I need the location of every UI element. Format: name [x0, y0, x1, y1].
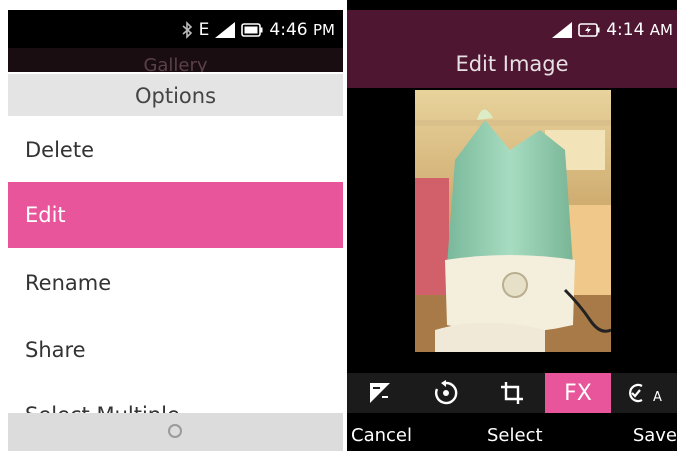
header-bar: 4:14 AM Edit Image	[347, 10, 677, 88]
options-header: Options	[8, 74, 343, 116]
background-app-title: Gallery	[8, 48, 343, 72]
options-screen: E 4:46 PM Gallery Options Delete Edit Re…	[0, 0, 343, 451]
edit-toolbar: FX A	[347, 373, 677, 413]
fx-tool[interactable]: FX	[545, 373, 611, 413]
softkey-bar: Cancel Select Save	[347, 413, 677, 451]
auto-correct-icon	[629, 383, 643, 403]
signal-icon	[552, 22, 573, 38]
network-type: E	[198, 20, 210, 40]
circle-home-icon[interactable]	[168, 424, 182, 438]
battery-charging-icon	[578, 23, 600, 37]
page-title: Edit Image	[455, 52, 569, 76]
clock-ampm: PM	[313, 21, 335, 39]
exposure-icon	[370, 383, 390, 403]
menu-item-delete[interactable]: Delete	[8, 117, 343, 183]
clock: 4:14	[606, 20, 645, 40]
edit-image-screen: 4:14 AM Edit Image FX A Cancel Select Sa…	[347, 0, 677, 451]
cancel-softkey[interactable]: Cancel	[351, 425, 412, 446]
menu-item-share[interactable]: Share	[8, 317, 343, 383]
photo-preview	[415, 90, 611, 352]
crop-tool[interactable]	[479, 373, 545, 413]
status-bar: E 4:46 PM	[8, 10, 343, 50]
auto-correct-tool[interactable]: A	[611, 373, 677, 413]
menu-item-select-multiple[interactable]: Select Multiple	[8, 398, 343, 414]
exposure-tool[interactable]	[347, 373, 413, 413]
fx-icon: FX	[564, 380, 592, 406]
signal-icon	[215, 22, 236, 38]
bluetooth-icon	[182, 21, 192, 39]
clock-ampm: AM	[649, 21, 673, 39]
menu-item-rename[interactable]: Rename	[8, 250, 343, 316]
menu-item-edit[interactable]: Edit	[8, 182, 343, 248]
clock: 4:46	[269, 20, 308, 40]
crop-icon	[501, 382, 523, 404]
save-softkey[interactable]: Save	[633, 425, 677, 446]
auto-correct-label: A	[653, 389, 662, 405]
rotate-tool[interactable]	[413, 373, 479, 413]
select-softkey[interactable]: Select	[487, 425, 543, 446]
bottom-bar	[8, 413, 343, 451]
rotate-icon	[435, 380, 458, 405]
battery-icon	[241, 23, 263, 37]
